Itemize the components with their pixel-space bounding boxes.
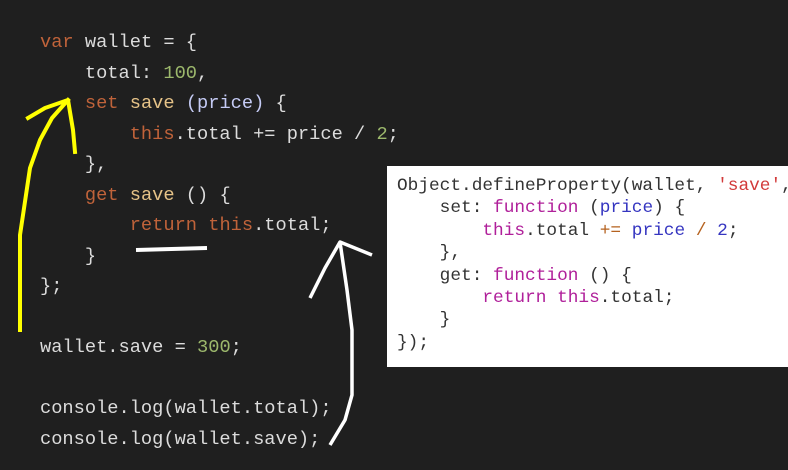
- yellow-arrow: [18, 97, 78, 332]
- hand-drawn-annotations: [18, 97, 373, 446]
- white-arrow: [308, 240, 373, 446]
- underline-mark: [135, 246, 208, 252]
